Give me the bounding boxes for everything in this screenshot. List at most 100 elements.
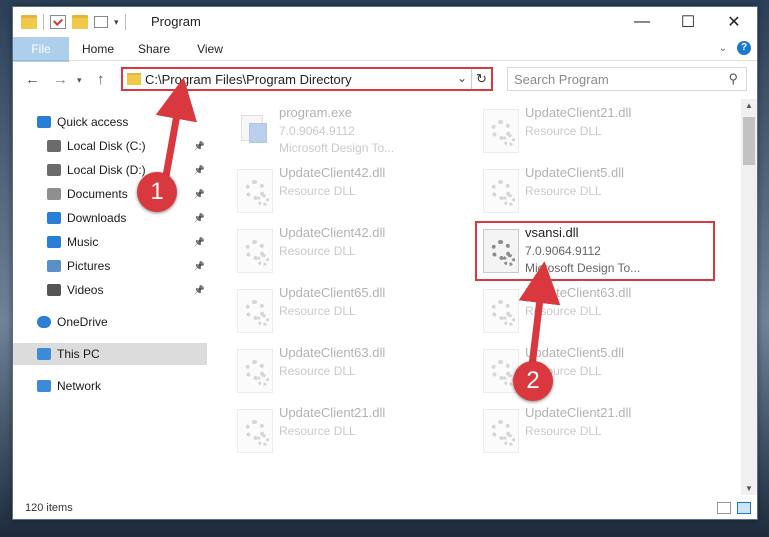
search-icon[interactable]: ⚲	[728, 71, 738, 87]
close-button[interactable]: ✕	[711, 7, 757, 37]
address-path[interactable]: C:\Program Files\Program Directory	[145, 72, 352, 87]
forward-arrow-icon[interactable]: →	[53, 71, 68, 88]
file-version: 7.0.9064.9112	[279, 124, 355, 138]
sidebar-item-onedrive[interactable]: OneDrive	[13, 311, 207, 333]
dll-gear-icon	[237, 169, 273, 213]
drive-icon	[47, 140, 61, 152]
new-folder-icon[interactable]	[72, 15, 88, 29]
sidebar-item-label: Local Disk (D:)	[67, 163, 146, 177]
videos-icon	[47, 284, 61, 296]
sidebar-item-this-pc[interactable]: This PC	[13, 343, 207, 365]
pin-icon: 📌	[193, 164, 205, 175]
file-item[interactable]: UpdateClient42.dll Resource DLL	[233, 163, 473, 219]
details-view-icon[interactable]	[717, 502, 731, 514]
chevron-down-icon[interactable]: ⌄	[457, 71, 467, 85]
sidebar-item-label: This PC	[57, 347, 100, 361]
search-placeholder[interactable]: Search Program	[514, 72, 609, 87]
tab-view[interactable]: View	[187, 37, 233, 61]
file-name: UpdateClient5.dll	[525, 165, 625, 180]
sidebar-item-quick-access[interactable]: Quick access	[13, 111, 207, 133]
sidebar-item-label: Quick access	[57, 115, 129, 129]
file-item[interactable]: UpdateClient21.dll Resource DLL	[233, 403, 473, 459]
sidebar-item-downloads[interactable]: Downloads 📌	[13, 207, 207, 229]
file-item[interactable]: program.exe 7.0.9064.9112 Microsoft Design…	[233, 103, 473, 159]
recent-locations-icon[interactable]: ▾	[77, 75, 82, 86]
pin-icon: 📌	[193, 212, 205, 223]
cloud-icon	[37, 316, 51, 328]
vertical-scrollbar[interactable]: ▲ ▼	[741, 99, 757, 495]
file-description: Microsoft Design To...	[279, 141, 395, 155]
file-item[interactable]: UpdateClient65.dll Resource DLL	[233, 283, 473, 339]
file-version: Resource DLL	[279, 364, 356, 378]
file-name: UpdateClient63.dll	[525, 285, 632, 300]
file-version: Resource DLL	[279, 424, 356, 438]
pin-icon: 📌	[193, 140, 205, 151]
pin-icon: 📌	[193, 236, 205, 247]
dll-gear-icon	[483, 409, 519, 453]
file-item[interactable]: UpdateClient21.dll Resource DLL	[479, 103, 719, 159]
dll-gear-icon	[237, 409, 273, 453]
folder-icon[interactable]	[21, 15, 37, 29]
explorer-window: ▾ Program — ☐ ✕ File Home Share View ⌄ ?…	[12, 6, 758, 520]
sidebar-item-local-disk-c[interactable]: Local Disk (C:) 📌	[13, 135, 207, 157]
file-item[interactable]: UpdateClient63.dll Resource DLL	[233, 343, 473, 399]
sidebar-item-label: Downloads	[67, 211, 127, 225]
sidebar-item-local-disk-d[interactable]: Local Disk (D:) 📌	[13, 159, 207, 181]
sidebar-item-pictures[interactable]: Pictures 📌	[13, 255, 207, 277]
view-options-icon[interactable]	[94, 16, 108, 28]
file-item[interactable]: UpdateClient63.dll Resource DLL	[479, 283, 719, 339]
tiles-view-icon[interactable]	[737, 502, 751, 514]
ribbon-right-controls: ⌄ ?	[719, 41, 751, 55]
sidebar-item-label: Local Disk (C:)	[67, 139, 146, 153]
file-name: UpdateClient21.dll	[279, 405, 386, 420]
properties-icon[interactable]	[50, 15, 66, 29]
file-name: UpdateClient42.dll	[279, 225, 386, 240]
sidebar-item-videos[interactable]: Videos 📌	[13, 279, 207, 301]
file-item[interactable]: UpdateClient21.dll Resource DLL	[479, 403, 719, 459]
sidebar-item-music[interactable]: Music 📌	[13, 231, 207, 253]
sidebar-item-label: Documents	[67, 187, 128, 201]
sidebar-item-documents[interactable]: Documents 📌	[13, 183, 207, 205]
file-name: UpdateClient63.dll	[279, 345, 386, 360]
address-bar[interactable]: C:\Program Files\Program Directory ⌄ ↻	[121, 67, 493, 91]
file-item[interactable]: UpdateClient42.dll Resource DLL	[233, 223, 473, 279]
quick-access-toolbar: ▾	[21, 13, 126, 31]
maximize-button[interactable]: ☐	[665, 7, 711, 37]
divider	[43, 14, 44, 30]
tab-share[interactable]: Share	[131, 37, 177, 61]
divider	[124, 14, 126, 30]
address-row: ← → ▾ ↑ C:\Program Files\Program Directo…	[13, 62, 757, 96]
file-version: Resource DLL	[279, 244, 356, 258]
help-icon[interactable]: ?	[737, 41, 751, 55]
step-badge-1: 1	[137, 172, 177, 212]
ribbon-tabs: File Home Share View ⌄ ?	[13, 37, 757, 93]
downloads-icon	[47, 212, 61, 224]
file-item[interactable]: UpdateClient5.dll Resource DLL	[479, 163, 719, 219]
search-box[interactable]: Search Program ⚲	[507, 67, 747, 91]
scrollbar-thumb[interactable]	[743, 117, 755, 165]
pictures-icon	[47, 260, 61, 272]
file-name: UpdateClient42.dll	[279, 165, 386, 180]
network-icon	[37, 380, 51, 392]
refresh-icon[interactable]: ↻	[471, 69, 491, 89]
dll-gear-icon	[483, 109, 519, 153]
pin-icon: 📌	[193, 260, 205, 271]
expand-ribbon-icon[interactable]: ⌄	[719, 43, 727, 54]
file-name: UpdateClient21.dll	[525, 105, 632, 120]
scroll-down-icon[interactable]: ▼	[745, 484, 753, 493]
title-bar: ▾ Program — ☐ ✕	[13, 7, 757, 37]
highlight-box	[475, 221, 715, 281]
scroll-up-icon[interactable]: ▲	[745, 101, 753, 110]
chevron-down-icon[interactable]: ▾	[114, 17, 119, 28]
sidebar-item-network[interactable]: Network	[13, 375, 207, 397]
tab-home[interactable]: Home	[75, 37, 121, 61]
file-name: UpdateClient21.dll	[525, 405, 632, 420]
dll-gear-icon	[483, 169, 519, 213]
file-version: Resource DLL	[279, 304, 356, 318]
back-arrow-icon[interactable]: ←	[25, 71, 40, 88]
file-name: UpdateClient5.dll	[525, 345, 625, 360]
status-bar: 120 items	[13, 497, 757, 519]
minimize-button[interactable]: —	[619, 7, 665, 37]
up-arrow-icon[interactable]: ↑	[97, 71, 105, 88]
sidebar-item-label: OneDrive	[57, 315, 108, 329]
